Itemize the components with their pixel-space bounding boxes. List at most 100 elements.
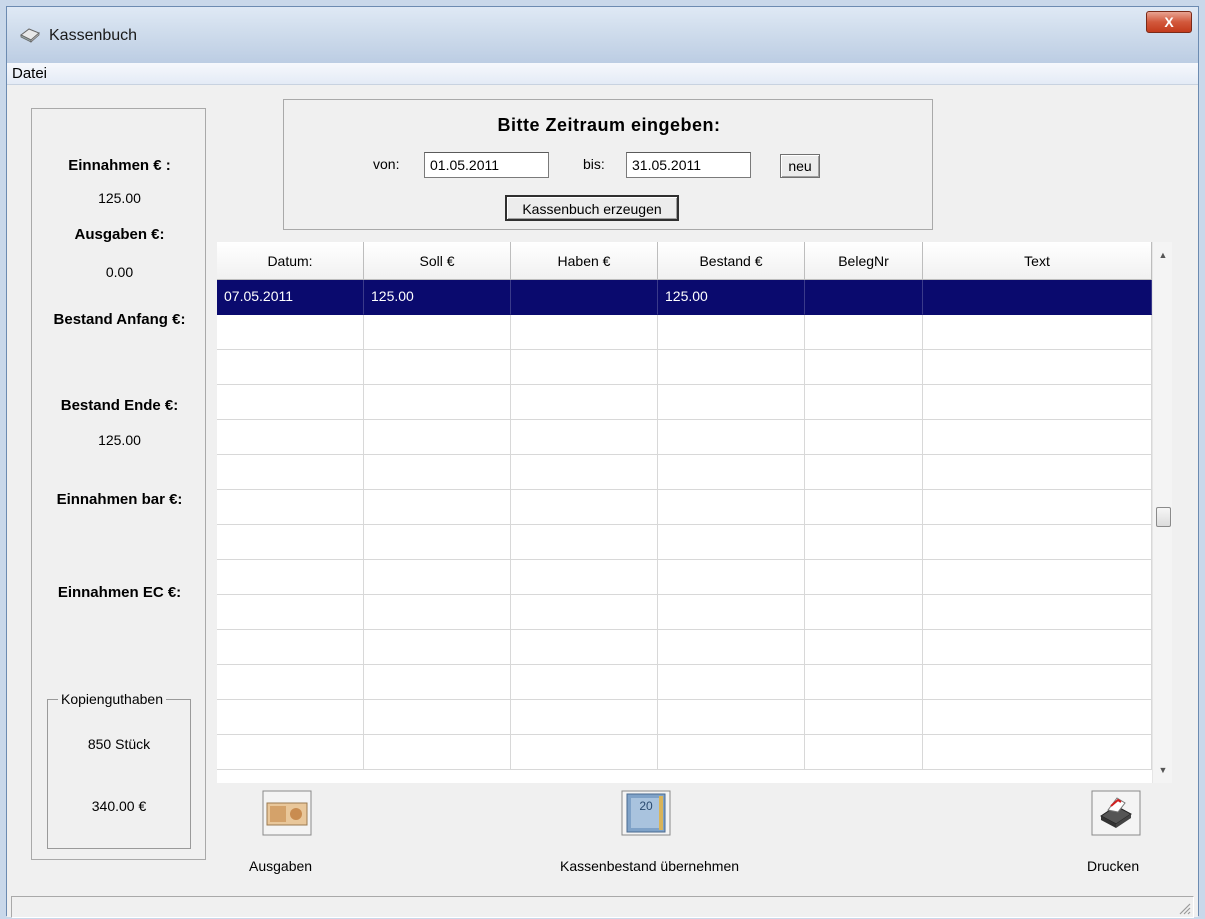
cell-soll[interactable] bbox=[364, 385, 511, 420]
cell-soll[interactable] bbox=[364, 490, 511, 525]
cell-haben[interactable] bbox=[511, 280, 658, 315]
cell-text[interactable] bbox=[923, 700, 1152, 735]
cell-haben[interactable] bbox=[511, 735, 658, 770]
cell-bestand[interactable] bbox=[658, 420, 805, 455]
cell-soll[interactable] bbox=[364, 525, 511, 560]
neu-button[interactable]: neu bbox=[780, 154, 820, 178]
vertical-scrollbar[interactable]: ▲ ▼ bbox=[1152, 242, 1172, 783]
table-row[interactable]: 07.05.2011 125.00 125.00 bbox=[217, 280, 1152, 315]
empty-table-row[interactable] bbox=[217, 315, 1152, 350]
column-header-bestand[interactable]: Bestand € bbox=[658, 242, 805, 280]
cell-datum[interactable] bbox=[217, 350, 364, 385]
cell-bestand[interactable]: 125.00 bbox=[658, 280, 805, 315]
cell-datum[interactable] bbox=[217, 420, 364, 455]
column-header-belegnr[interactable]: BelegNr bbox=[805, 242, 923, 280]
cell-belegnr[interactable] bbox=[805, 385, 923, 420]
cell-haben[interactable] bbox=[511, 490, 658, 525]
cell-soll[interactable] bbox=[364, 455, 511, 490]
cell-haben[interactable] bbox=[511, 665, 658, 700]
cell-bestand[interactable] bbox=[658, 490, 805, 525]
scroll-up-arrow-icon[interactable]: ▲ bbox=[1153, 246, 1172, 264]
cell-soll[interactable] bbox=[364, 595, 511, 630]
resize-grip-icon[interactable] bbox=[1177, 901, 1191, 915]
cell-text[interactable] bbox=[923, 490, 1152, 525]
cell-text[interactable] bbox=[923, 280, 1152, 315]
cell-bestand[interactable] bbox=[658, 560, 805, 595]
cell-belegnr[interactable] bbox=[805, 665, 923, 700]
empty-table-row[interactable] bbox=[217, 525, 1152, 560]
cell-bestand[interactable] bbox=[658, 455, 805, 490]
cell-datum[interactable] bbox=[217, 490, 364, 525]
cell-belegnr[interactable] bbox=[805, 455, 923, 490]
empty-table-row[interactable] bbox=[217, 350, 1152, 385]
empty-table-row[interactable] bbox=[217, 490, 1152, 525]
cell-belegnr[interactable] bbox=[805, 700, 923, 735]
empty-table-row[interactable] bbox=[217, 595, 1152, 630]
cell-datum[interactable] bbox=[217, 665, 364, 700]
empty-table-row[interactable] bbox=[217, 665, 1152, 700]
cell-text[interactable] bbox=[923, 595, 1152, 630]
cell-belegnr[interactable] bbox=[805, 315, 923, 350]
cell-datum[interactable] bbox=[217, 455, 364, 490]
cell-text[interactable] bbox=[923, 350, 1152, 385]
cell-text[interactable] bbox=[923, 630, 1152, 665]
empty-table-row[interactable] bbox=[217, 630, 1152, 665]
cell-haben[interactable] bbox=[511, 525, 658, 560]
cell-datum[interactable] bbox=[217, 630, 364, 665]
empty-table-row[interactable] bbox=[217, 700, 1152, 735]
cell-haben[interactable] bbox=[511, 630, 658, 665]
cell-datum[interactable] bbox=[217, 525, 364, 560]
cell-text[interactable] bbox=[923, 420, 1152, 455]
cell-haben[interactable] bbox=[511, 350, 658, 385]
column-header-text[interactable]: Text bbox=[923, 242, 1152, 280]
kassenbestand-uebernehmen-button[interactable]: 20 bbox=[621, 790, 671, 836]
cell-soll[interactable] bbox=[364, 350, 511, 385]
cell-soll[interactable] bbox=[364, 420, 511, 455]
empty-table-row[interactable] bbox=[217, 420, 1152, 455]
cell-belegnr[interactable] bbox=[805, 280, 923, 315]
cell-bestand[interactable] bbox=[658, 385, 805, 420]
cell-soll[interactable] bbox=[364, 630, 511, 665]
cell-belegnr[interactable] bbox=[805, 630, 923, 665]
cell-haben[interactable] bbox=[511, 420, 658, 455]
cell-haben[interactable] bbox=[511, 560, 658, 595]
cell-haben[interactable] bbox=[511, 315, 658, 350]
close-button[interactable]: X bbox=[1146, 11, 1192, 33]
cell-bestand[interactable] bbox=[658, 595, 805, 630]
bis-date-input[interactable] bbox=[626, 152, 751, 178]
cell-soll[interactable] bbox=[364, 315, 511, 350]
kassenbuch-erzeugen-button[interactable]: Kassenbuch erzeugen bbox=[505, 195, 679, 221]
cell-haben[interactable] bbox=[511, 455, 658, 490]
scroll-down-arrow-icon[interactable]: ▼ bbox=[1153, 761, 1172, 779]
von-date-input[interactable] bbox=[424, 152, 549, 178]
cell-datum[interactable]: 07.05.2011 bbox=[217, 280, 364, 315]
cell-belegnr[interactable] bbox=[805, 350, 923, 385]
cell-datum[interactable] bbox=[217, 700, 364, 735]
cell-haben[interactable] bbox=[511, 385, 658, 420]
column-header-haben[interactable]: Haben € bbox=[511, 242, 658, 280]
cell-bestand[interactable] bbox=[658, 350, 805, 385]
cell-datum[interactable] bbox=[217, 315, 364, 350]
cell-haben[interactable] bbox=[511, 595, 658, 630]
cell-text[interactable] bbox=[923, 455, 1152, 490]
cell-belegnr[interactable] bbox=[805, 490, 923, 525]
column-header-datum[interactable]: Datum: bbox=[217, 242, 364, 280]
cell-soll[interactable] bbox=[364, 665, 511, 700]
cell-datum[interactable] bbox=[217, 560, 364, 595]
cell-belegnr[interactable] bbox=[805, 595, 923, 630]
cell-soll[interactable]: 125.00 bbox=[364, 280, 511, 315]
cell-belegnr[interactable] bbox=[805, 560, 923, 595]
cell-haben[interactable] bbox=[511, 700, 658, 735]
cell-belegnr[interactable] bbox=[805, 525, 923, 560]
cell-bestand[interactable] bbox=[658, 525, 805, 560]
menu-item-datei[interactable]: Datei bbox=[12, 65, 47, 82]
cell-datum[interactable] bbox=[217, 735, 364, 770]
cell-soll[interactable] bbox=[364, 700, 511, 735]
ausgaben-button[interactable] bbox=[262, 790, 312, 836]
cell-soll[interactable] bbox=[364, 560, 511, 595]
cell-bestand[interactable] bbox=[658, 735, 805, 770]
cell-belegnr[interactable] bbox=[805, 735, 923, 770]
empty-table-row[interactable] bbox=[217, 455, 1152, 490]
empty-table-row[interactable] bbox=[217, 560, 1152, 595]
cell-text[interactable] bbox=[923, 385, 1152, 420]
